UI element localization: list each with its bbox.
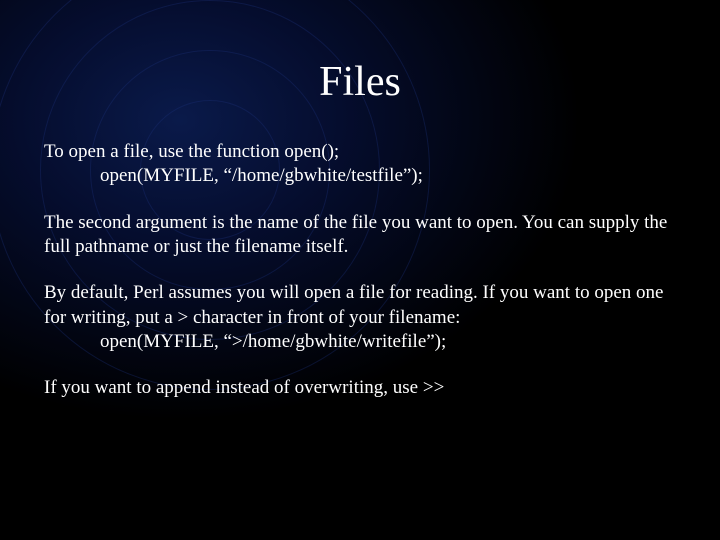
code-line: open(MYFILE, “/home/gbwhite/testfile”); bbox=[44, 164, 676, 188]
paragraph-writing: By default, Perl assumes you will open a… bbox=[44, 281, 676, 354]
paragraph-open-intro: To open a file, use the function open();… bbox=[44, 140, 676, 189]
text-line: To open a file, use the function open(); bbox=[44, 141, 339, 162]
slide-content: Files To open a file, use the function o… bbox=[0, 0, 720, 401]
page-title: Files bbox=[44, 58, 676, 106]
text-line: By default, Perl assumes you will open a… bbox=[44, 282, 663, 327]
paragraph-second-arg: The second argument is the name of the f… bbox=[44, 211, 676, 260]
paragraph-append: If you want to append instead of overwri… bbox=[44, 376, 676, 400]
code-line: open(MYFILE, “>/home/gbwhite/writefile”)… bbox=[44, 330, 676, 354]
